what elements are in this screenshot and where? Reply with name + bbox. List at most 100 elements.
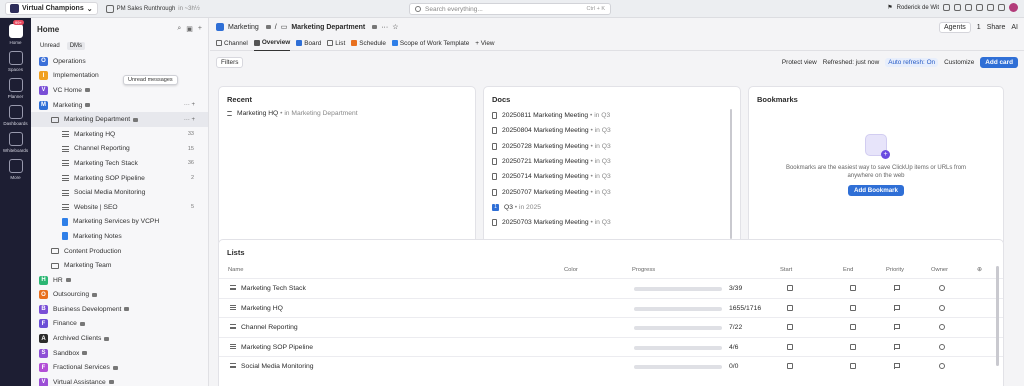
tab-board[interactable]: Board bbox=[296, 36, 321, 51]
sidebar-item[interactable]: Marketing Services by VCPH bbox=[31, 215, 208, 230]
start-date-icon[interactable] bbox=[787, 304, 793, 311]
rail-dashboards[interactable]: Dashboards bbox=[0, 105, 31, 126]
owner-icon[interactable] bbox=[939, 324, 945, 330]
refreshed-status[interactable]: Refreshed: just now bbox=[823, 59, 879, 66]
add-column-icon[interactable]: ⊕ bbox=[977, 267, 982, 273]
owner-icon[interactable] bbox=[939, 343, 945, 350]
priority-flag-icon[interactable] bbox=[894, 363, 900, 369]
search-icon[interactable]: ⌕ bbox=[177, 25, 181, 33]
sidebar-item[interactable]: S Sandbox bbox=[31, 346, 208, 361]
column-end[interactable]: End bbox=[843, 267, 853, 273]
rail-whiteboards[interactable]: Whiteboards bbox=[0, 132, 31, 153]
column-owner[interactable]: Owner bbox=[931, 267, 948, 273]
sidebar-item[interactable]: Marketing Notes bbox=[31, 229, 208, 244]
breadcrumb-space[interactable]: Marketing bbox=[228, 24, 259, 31]
column-start[interactable]: Start bbox=[780, 267, 792, 273]
sidebar-item[interactable]: B Business Development bbox=[31, 302, 208, 317]
column-name[interactable]: Name bbox=[228, 267, 243, 273]
column-priority[interactable]: Priority bbox=[886, 267, 904, 273]
end-date-icon[interactable] bbox=[850, 324, 856, 330]
timer-icon[interactable] bbox=[954, 4, 961, 11]
tab-unread[interactable]: Unread bbox=[37, 42, 63, 50]
breadcrumb-folder[interactable]: Marketing Department bbox=[291, 24, 365, 31]
add-icon[interactable]: + bbox=[198, 25, 202, 33]
layout-icon[interactable]: ▣ bbox=[186, 25, 193, 33]
column-color[interactable]: Color bbox=[564, 267, 578, 273]
row-actions-icon[interactable]: ··· + bbox=[184, 117, 195, 123]
doc-item[interactable]: 20250811 Marketing Meeting • in Q3 bbox=[484, 108, 740, 123]
doc-item[interactable]: 20250714 Marketing Meeting • in Q3 bbox=[484, 169, 740, 184]
table-row[interactable]: Channel Reporting 7/22 bbox=[219, 317, 1003, 337]
sidebar-item[interactable]: I Implementation bbox=[31, 69, 208, 84]
sidebar-item[interactable]: A Archived Clients bbox=[31, 331, 208, 346]
sidebar-item[interactable]: F Fractional Services bbox=[31, 360, 208, 375]
protect-view-button[interactable]: Protect view bbox=[782, 59, 817, 66]
priority-flag-icon[interactable] bbox=[894, 324, 900, 330]
table-row[interactable]: Marketing Tech Stack 3/39 bbox=[219, 278, 1003, 298]
star-icon[interactable]: ☆ bbox=[392, 23, 398, 31]
doc-item[interactable]: 20250804 Marketing Meeting • in Q3 bbox=[484, 123, 740, 138]
start-date-icon[interactable] bbox=[787, 343, 793, 350]
sidebar-item[interactable]: H HR bbox=[31, 273, 208, 288]
end-date-icon[interactable] bbox=[850, 304, 856, 311]
meeting-reminder[interactable]: PM Sales Runthrough in ~3h½ bbox=[105, 4, 200, 13]
sidebar-item[interactable]: Content Production bbox=[31, 244, 208, 259]
sidebar-item[interactable]: Marketing HQ 33 bbox=[31, 127, 208, 142]
tab-scope[interactable]: Scope of Work Template bbox=[391, 36, 469, 51]
apps-icon[interactable] bbox=[998, 4, 1005, 11]
owner-icon[interactable] bbox=[939, 304, 945, 311]
doc-item[interactable]: 20250707 Marketing Meeting • in Q3 bbox=[484, 184, 740, 199]
tab-schedule[interactable]: Schedule bbox=[351, 36, 386, 51]
table-row[interactable]: Marketing HQ 1655/1716 bbox=[219, 297, 1003, 318]
add-bookmark-button[interactable]: Add Bookmark bbox=[847, 185, 904, 197]
workspace-switcher[interactable]: Virtual Champions ⌄ bbox=[5, 2, 98, 15]
more-icon[interactable]: ··· bbox=[381, 24, 388, 31]
record-icon[interactable] bbox=[943, 4, 950, 11]
end-date-icon[interactable] bbox=[850, 343, 856, 350]
rail-spaces[interactable]: Spaces bbox=[0, 51, 31, 72]
row-actions-icon[interactable]: ··· + bbox=[184, 102, 195, 108]
end-date-icon[interactable] bbox=[850, 285, 856, 291]
sidebar-item[interactable]: V Virtual Assistance bbox=[31, 375, 208, 386]
end-date-icon[interactable] bbox=[850, 363, 856, 369]
doc-item[interactable]: 20250721 Marketing Meeting • in Q3 bbox=[484, 154, 740, 169]
priority-flag-icon[interactable] bbox=[894, 285, 900, 291]
start-date-icon[interactable] bbox=[787, 285, 793, 291]
sidebar-item[interactable]: Marketing Tech Stack 36 bbox=[31, 156, 208, 171]
sidebar-item[interactable]: Channel Reporting 15 bbox=[31, 142, 208, 157]
user-avatar[interactable] bbox=[1009, 3, 1018, 12]
sidebar-item[interactable]: Marketing Department ··· + bbox=[31, 112, 208, 127]
lists-scrollbar[interactable] bbox=[996, 266, 999, 366]
flag-icon[interactable]: ⚑ bbox=[887, 4, 892, 11]
sidebar-item[interactable]: Website | SEO 5 bbox=[31, 200, 208, 215]
sidebar-item[interactable]: Social Media Monitoring bbox=[31, 185, 208, 200]
sidebar-item[interactable]: O Operations bbox=[31, 54, 208, 69]
sidebar-item[interactable]: Marketing SOP Pipeline 2 bbox=[31, 171, 208, 186]
tab-overview[interactable]: Overview bbox=[253, 36, 291, 51]
table-row[interactable]: Marketing SOP Pipeline 4/6 bbox=[219, 336, 1003, 357]
sidebar-item[interactable]: M Marketing ··· + bbox=[31, 98, 208, 113]
search-input[interactable]: Search everything... Ctrl + K bbox=[409, 3, 611, 15]
share-button[interactable]: Share bbox=[987, 24, 1006, 31]
calendar-icon[interactable] bbox=[965, 4, 972, 11]
ai-button[interactable]: AI bbox=[1011, 24, 1018, 31]
start-date-icon[interactable] bbox=[787, 363, 793, 369]
notes-icon[interactable] bbox=[987, 4, 994, 11]
docs-scrollbar[interactable] bbox=[730, 109, 732, 239]
user-name[interactable]: Roderick de Wit bbox=[897, 5, 939, 11]
column-progress[interactable]: Progress bbox=[632, 267, 655, 273]
priority-flag-icon[interactable] bbox=[894, 304, 900, 311]
agents-count[interactable]: 1 bbox=[977, 24, 981, 31]
auto-refresh-toggle[interactable]: Auto refresh: On bbox=[885, 57, 939, 67]
tab-list[interactable]: List bbox=[327, 36, 345, 51]
owner-icon[interactable] bbox=[939, 285, 945, 291]
rail-planner[interactable]: Planner bbox=[0, 78, 31, 99]
tab-channel[interactable]: Channel bbox=[216, 36, 248, 51]
rail-home[interactable]: Home bbox=[0, 24, 31, 45]
rail-more[interactable]: More bbox=[0, 159, 31, 180]
doc-item[interactable]: 20250703 Marketing Meeting • in Q3 bbox=[484, 215, 740, 230]
start-date-icon[interactable] bbox=[787, 324, 793, 330]
recent-item[interactable]: Marketing HQ • in Marketing Department bbox=[219, 108, 475, 119]
filters-button[interactable]: Filters bbox=[216, 56, 244, 68]
sidebar-item[interactable]: F Finance bbox=[31, 317, 208, 332]
